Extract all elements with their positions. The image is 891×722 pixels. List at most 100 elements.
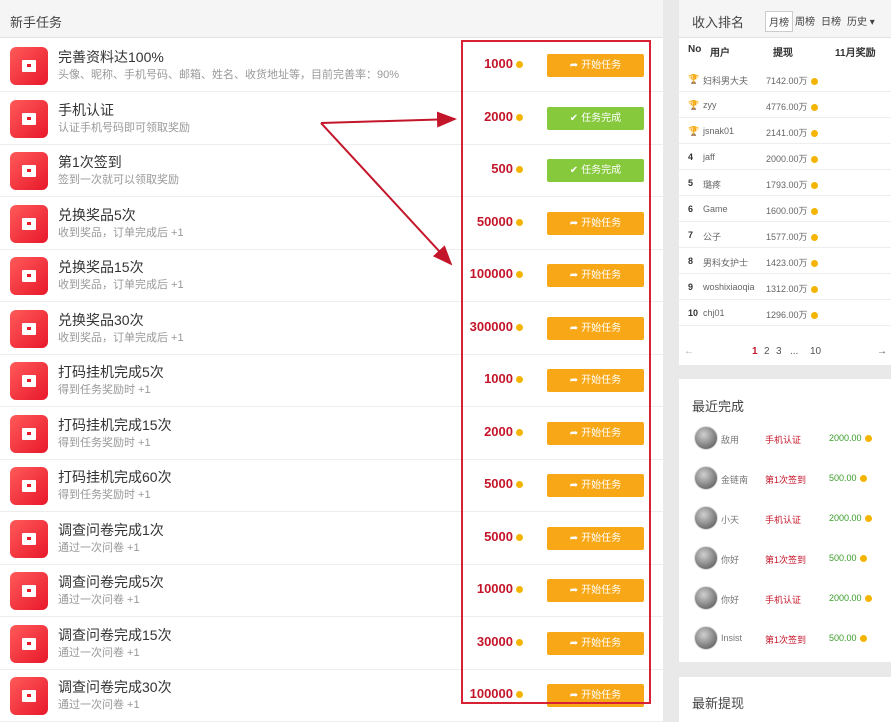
share-arrow-icon: ➦ — [569, 585, 579, 596]
ranking-row: 6 Game 1600.00万 — [679, 196, 891, 222]
start-task-button[interactable]: ➦ 开始任务 — [547, 264, 644, 287]
rank-amount: 1312.00万 — [766, 282, 818, 295]
recent-user[interactable]: 金链南 — [721, 473, 748, 486]
start-task-button[interactable]: ➦ 开始任务 — [547, 474, 644, 497]
share-arrow-icon: ➦ — [569, 270, 579, 281]
recent-row: 你好 第1次签到 500.00 — [679, 540, 891, 580]
coin-icon — [810, 182, 818, 190]
task-row: 手机认证 认证手机号码即可领取奖励 2000 ✔ 任务完成 — [0, 93, 663, 145]
rank-no: 10 — [688, 308, 699, 318]
recent-amount: 2000.00 — [829, 593, 872, 603]
coin-icon — [864, 595, 872, 603]
check-icon: ✔ — [569, 112, 579, 124]
pager-page[interactable]: 10 — [810, 346, 821, 357]
check-icon: ✔ — [569, 165, 579, 176]
pager-prev[interactable]: ← — [684, 346, 694, 357]
task-desc: 通过一次问卷 +1 — [58, 646, 140, 659]
recent-amount: 2000.00 — [829, 513, 872, 523]
ranking-row: 4 jaff 2000.00万 — [679, 144, 891, 170]
start-task-button[interactable]: ➦ 开始任务 — [547, 526, 644, 550]
recent-user[interactable]: 你好 — [721, 593, 739, 606]
gift-icon — [10, 467, 48, 505]
task-row: 打码挂机完成15次 得到任务奖励时 +1 2000 ➦ 开始任务 — [0, 408, 663, 460]
coin-icon — [810, 130, 818, 138]
coin-icon — [516, 271, 523, 279]
share-arrow-icon: ➦ — [569, 637, 579, 649]
tab-daily[interactable]: 日榜 — [818, 11, 844, 30]
start-task-button[interactable]: ➦ 开始任务 — [547, 316, 644, 340]
recent-task: 第1次签到 — [765, 555, 807, 565]
task-desc: 认证手机号码即可领取奖励 — [58, 121, 190, 134]
task-title: 调查问卷完成30次 — [58, 679, 172, 695]
tab-monthly[interactable]: 月榜 — [765, 11, 793, 32]
rank-no: 9 — [688, 282, 694, 292]
task-desc: 得到任务奖励时 +1 — [58, 489, 151, 501]
task-row: 兑换奖品30次 收到奖品，订单完成后 +1 300000 ➦ 开始任务 — [0, 303, 663, 355]
avatar[interactable] — [694, 626, 718, 650]
task-desc: 通过一次问卷 +1 — [58, 699, 140, 711]
start-task-button[interactable]: ➦ 开始任务 — [547, 579, 644, 602]
task-desc: 得到任务奖励时 +1 — [58, 384, 151, 396]
pager-page[interactable]: 2 — [764, 346, 770, 357]
share-arrow-icon: ➦ — [569, 375, 579, 386]
task-reward: 1000 — [484, 371, 523, 386]
rank-amount: 4776.00万 — [766, 100, 818, 113]
task-reward: 500 — [491, 161, 523, 176]
col-amount: 提现 — [773, 48, 793, 59]
coin-icon — [516, 166, 523, 174]
task-title: 兑换奖品15次 — [58, 259, 144, 275]
trophy-icon: 🏆 — [688, 126, 700, 136]
task-title: 兑换奖品5次 — [58, 206, 136, 223]
start-task-button[interactable]: ➦ 开始任务 — [547, 369, 644, 392]
rank-no: 7 — [688, 230, 694, 240]
pager-page[interactable]: 1 — [752, 346, 758, 357]
rank-amount: 1600.00万 — [766, 204, 818, 217]
task-done-button[interactable]: ✔ 任务完成 — [547, 106, 644, 130]
avatar[interactable] — [694, 506, 718, 530]
rank-user: Game — [703, 204, 728, 214]
avatar[interactable] — [694, 546, 718, 570]
gift-icon — [10, 152, 48, 190]
start-task-button[interactable]: ➦ 开始任务 — [547, 631, 644, 655]
task-reward: 300000 — [470, 319, 523, 334]
tab-weekly[interactable]: 周榜 — [792, 11, 818, 30]
ranking-row: 🏆 妇科男大夫 7142.00万 — [679, 66, 891, 92]
recent-user[interactable]: 敌用 — [721, 433, 739, 446]
recent-user[interactable]: 小天 — [721, 513, 739, 526]
recent-user[interactable]: Insist — [721, 633, 742, 643]
recent-user[interactable]: 你好 — [721, 553, 739, 566]
start-task-button[interactable]: ➦ 开始任务 — [547, 421, 644, 445]
task-desc: 通过一次问卷 +1 — [58, 594, 140, 606]
task-title: 调查问卷完成1次 — [58, 521, 164, 538]
avatar[interactable] — [694, 586, 718, 610]
pager-next[interactable]: → — [877, 346, 887, 357]
task-title: 兑换奖品30次 — [58, 311, 144, 328]
task-desc: 得到任务奖励时 +1 — [58, 436, 151, 449]
task-title: 打码挂机完成15次 — [58, 416, 172, 433]
caret-down-icon: ▾ — [867, 17, 875, 28]
start-task-button[interactable]: ➦ 开始任务 — [547, 684, 644, 707]
gift-icon — [10, 624, 48, 663]
task-desc: 收到奖品，订单完成后 +1 — [58, 279, 184, 291]
recent-amount: 500.00 — [829, 633, 867, 643]
avatar[interactable] — [694, 426, 718, 450]
rank-amount: 1296.00万 — [766, 308, 818, 321]
recent-row: 金链南 第1次签到 500.00 — [679, 460, 891, 500]
task-done-button[interactable]: ✔ 任务完成 — [547, 159, 644, 182]
pager-page[interactable]: 3 — [776, 346, 782, 357]
recent-row: 小天 手机认证 2000.00 — [679, 500, 891, 540]
start-task-button[interactable]: ➦ 开始任务 — [547, 54, 644, 77]
rank-no: 4 — [688, 152, 694, 162]
task-row: 完善资料达100% 头像、昵称、手机号码、邮箱、姓名、收货地址等，目前完善率：90… — [0, 40, 663, 92]
share-arrow-icon: ➦ — [569, 322, 579, 334]
task-reward: 50000 — [477, 214, 523, 229]
coin-icon — [516, 428, 523, 436]
coin-icon — [516, 586, 523, 594]
rank-user: jaff — [703, 152, 715, 162]
start-task-button[interactable]: ➦ 开始任务 — [547, 211, 644, 235]
avatar[interactable] — [694, 466, 718, 490]
task-reward: 30000 — [477, 634, 523, 649]
gift-icon — [10, 362, 48, 400]
tab-history[interactable]: 历史 ▾ — [844, 11, 878, 30]
pager-ellipsis: ... — [790, 346, 799, 357]
